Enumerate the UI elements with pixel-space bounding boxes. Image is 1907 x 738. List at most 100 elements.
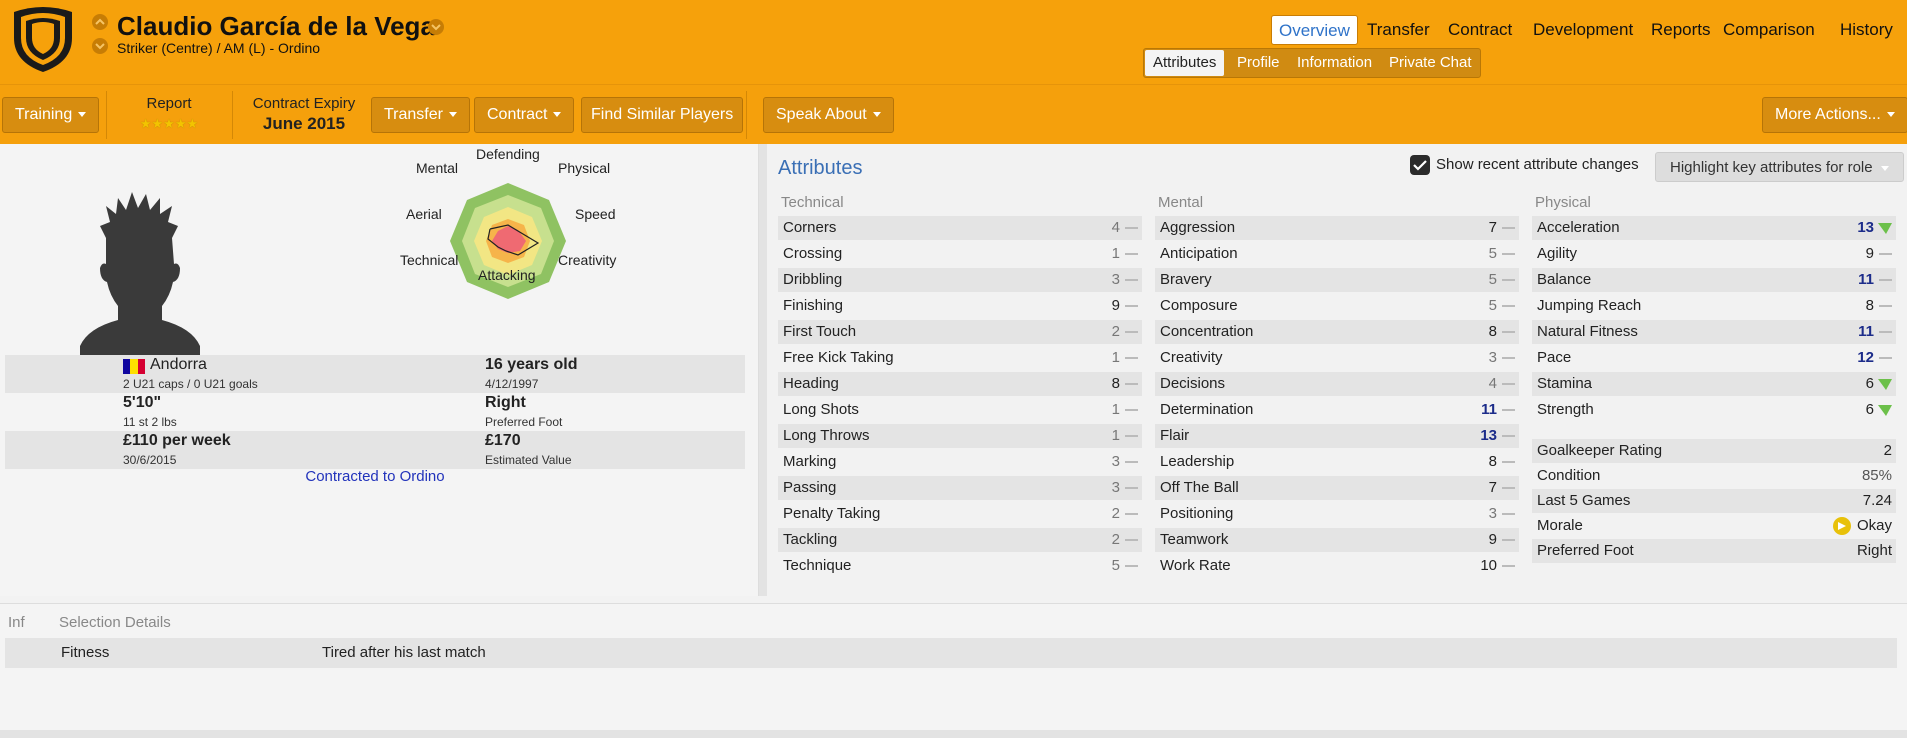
attribute-name: Concentration	[1160, 323, 1254, 340]
attribute-value: 8	[1865, 297, 1874, 314]
mental-attribute-row[interactable]: Flair 13	[1155, 424, 1519, 448]
technical-attribute-row[interactable]: Tackling 2	[778, 528, 1142, 552]
player-silhouette-icon	[80, 192, 200, 356]
no-change-dash-icon	[1125, 487, 1138, 489]
tab-contract[interactable]: Contract	[1448, 15, 1512, 45]
physical-attribute-row[interactable]: Strength 6	[1532, 398, 1896, 422]
mental-attribute-row[interactable]: Off The Ball 7	[1155, 476, 1519, 500]
next-player-icon[interactable]	[92, 38, 108, 54]
attribute-name: Balance	[1537, 271, 1592, 288]
tab-development[interactable]: Development	[1533, 15, 1633, 45]
physical-column-header: Physical	[1535, 194, 1591, 211]
physical-attribute-row[interactable]: Acceleration 13	[1532, 216, 1896, 240]
technical-attribute-row[interactable]: Penalty Taking 2	[778, 502, 1142, 526]
attribute-name: Jumping Reach	[1537, 297, 1642, 314]
find-similar-players-button[interactable]: Find Similar Players	[581, 97, 744, 133]
attribute-name: Pace	[1537, 349, 1572, 366]
speak-about-button[interactable]: Speak About	[763, 97, 894, 133]
player-position-club: Striker (Centre) / AM (L) - Ordino	[117, 40, 321, 56]
mental-attribute-row[interactable]: Positioning 3	[1155, 502, 1519, 526]
no-change-dash-icon	[1502, 253, 1515, 255]
mental-attribute-row[interactable]: Concentration 8	[1155, 320, 1519, 344]
mental-attribute-row[interactable]: Bravery 5	[1155, 268, 1519, 292]
no-change-dash-icon	[1125, 435, 1138, 437]
training-button[interactable]: Training	[2, 97, 100, 133]
technical-attribute-row[interactable]: Passing 3	[778, 476, 1142, 500]
attribute-name: Crossing	[783, 245, 843, 262]
technical-attribute-row[interactable]: Free Kick Taking 1	[778, 346, 1142, 370]
tab-reports[interactable]: Reports	[1651, 15, 1711, 45]
technical-attribute-row[interactable]: Marking 3	[778, 450, 1142, 474]
player-header: Claudio García de la Vega Striker (Centr…	[0, 0, 1907, 84]
transfer-button[interactable]: Transfer	[371, 97, 470, 133]
technical-attribute-row[interactable]: Crossing 1	[778, 242, 1142, 266]
checkbox-checked-icon[interactable]	[1410, 155, 1430, 175]
attribute-value: 2	[1111, 323, 1120, 340]
mental-attribute-row[interactable]: Creativity 3	[1155, 346, 1519, 370]
physical-attribute-row[interactable]: Stamina 6	[1532, 372, 1896, 396]
technical-attribute-row[interactable]: Corners 4	[778, 216, 1142, 240]
technical-attribute-row[interactable]: Finishing 9	[778, 294, 1142, 318]
attribute-name: Positioning	[1160, 505, 1234, 522]
highlight-key-attributes-button[interactable]: Highlight key attributes for role	[1655, 152, 1904, 182]
condition-label: Condition	[1537, 467, 1601, 484]
no-change-dash-icon	[1502, 305, 1515, 307]
goalkeeper-rating-label: Goalkeeper Rating	[1537, 442, 1663, 459]
physical-attribute-row[interactable]: Pace 12	[1532, 346, 1896, 370]
physical-attribute-row[interactable]: Balance 11	[1532, 268, 1896, 292]
physical-attribute-row[interactable]: Jumping Reach 8	[1532, 294, 1896, 318]
player-name: Claudio García de la Vega	[117, 11, 435, 41]
attribute-name: Passing	[783, 479, 837, 496]
subtab-information[interactable]: Information	[1297, 49, 1372, 77]
mental-attribute-row[interactable]: Aggression 7	[1155, 216, 1519, 240]
player-menu-chevron-icon[interactable]	[428, 19, 444, 35]
technical-attribute-row[interactable]: Long Throws 1	[778, 424, 1142, 448]
previous-player-icon[interactable]	[92, 14, 108, 30]
preferred-foot-row: Preferred Foot Right	[1532, 539, 1896, 563]
tab-comparison[interactable]: Comparison	[1723, 15, 1815, 45]
attribute-value: 7	[1488, 479, 1497, 496]
physical-attribute-row[interactable]: Agility 9	[1532, 242, 1896, 266]
subtab-profile[interactable]: Profile	[1237, 49, 1280, 77]
tab-transfer[interactable]: Transfer	[1367, 15, 1430, 45]
mental-attribute-row[interactable]: Teamwork 9	[1155, 528, 1519, 552]
mental-attribute-row[interactable]: Anticipation 5	[1155, 242, 1519, 266]
no-change-dash-icon	[1125, 513, 1138, 515]
mental-attribute-row[interactable]: Composure 5	[1155, 294, 1519, 318]
subtab-attributes[interactable]: Attributes	[1145, 50, 1225, 76]
more-actions-button[interactable]: More Actions...	[1762, 97, 1907, 133]
technical-attribute-row[interactable]: First Touch 2	[778, 320, 1142, 344]
physical-attribute-row[interactable]: Natural Fitness 11	[1532, 320, 1896, 344]
fitness-row: Fitness Tired after his last match	[5, 638, 1897, 668]
dropdown-caret-icon	[1886, 112, 1895, 118]
mental-attribute-row[interactable]: Leadership 8	[1155, 450, 1519, 474]
selection-details-panel: Inf Selection Details Fitness Tired afte…	[0, 603, 1907, 738]
mental-attribute-row[interactable]: Work Rate 10	[1155, 554, 1519, 578]
mental-attribute-row[interactable]: Decisions 4	[1155, 372, 1519, 396]
info-row-physique: 5'10" 11 st 2 lbs Right Preferred Foot	[5, 393, 745, 431]
attribute-value: 3	[1111, 479, 1120, 496]
technical-attribute-row[interactable]: Long Shots 1	[778, 398, 1142, 422]
attribute-value: 1	[1111, 427, 1120, 444]
mental-attribute-row[interactable]: Determination 11	[1155, 398, 1519, 422]
tab-history[interactable]: History	[1840, 15, 1893, 45]
technical-attribute-row[interactable]: Technique 5	[778, 554, 1142, 578]
attribute-value: 11	[1481, 401, 1497, 418]
info-row-finance: £110 per week 30/6/2015 £170 Estimated V…	[5, 431, 745, 469]
subtab-private-chat[interactable]: Private Chat	[1389, 49, 1472, 77]
nation-name[interactable]: Andorra	[150, 356, 207, 374]
attribute-value: 7	[1488, 219, 1497, 236]
report-stars[interactable]: ★★★★★	[128, 115, 210, 132]
no-change-dash-icon	[1125, 357, 1138, 359]
attribute-value: 13	[1480, 427, 1497, 444]
contracted-club-link[interactable]: Contracted to Ordino	[0, 468, 750, 485]
tab-overview[interactable]: Overview	[1271, 15, 1358, 45]
show-recent-changes-toggle[interactable]: Show recent attribute changes	[1410, 155, 1639, 179]
no-change-dash-icon	[1502, 513, 1515, 515]
toolbar-divider	[746, 91, 747, 139]
attribute-value: 5	[1488, 245, 1497, 262]
contract-button[interactable]: Contract	[474, 97, 575, 133]
technical-attribute-row[interactable]: Dribbling 3	[778, 268, 1142, 292]
technical-attribute-row[interactable]: Heading 8	[778, 372, 1142, 396]
no-change-dash-icon	[1502, 357, 1515, 359]
